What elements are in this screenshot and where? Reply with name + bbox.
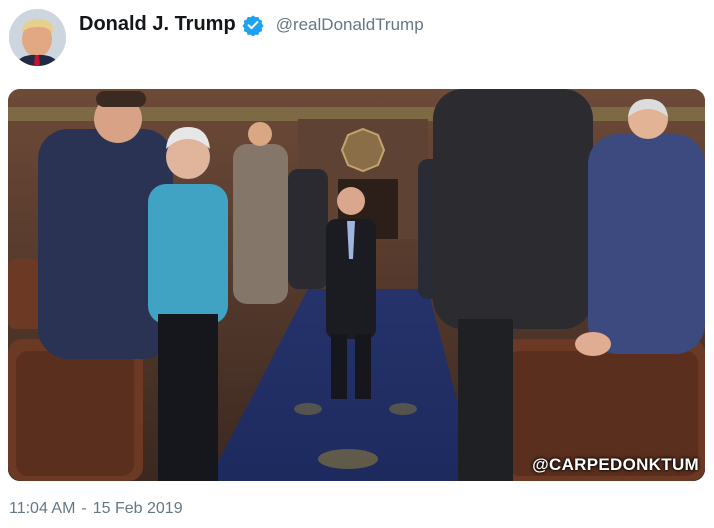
video-frame [8,89,705,481]
tweet-video[interactable]: @CARPEDONKTUM [8,89,705,481]
avatar-image [9,9,66,66]
video-watermark: @CARPEDONKTUM [532,455,699,474]
avatar[interactable] [9,9,66,66]
time: 11:04 AM [9,500,76,517]
date: 15 Feb 2019 [92,500,183,517]
verified-badge-icon [242,14,264,36]
tweet-timestamp[interactable]: 11:04 AM - 15 Feb 2019 [9,500,183,518]
tweet-header: Donald J. Trump @realDonaldTrump [79,13,424,36]
separator: - [81,500,87,517]
display-name[interactable]: Donald J. Trump [79,13,236,36]
handle[interactable]: @realDonaldTrump [276,15,424,35]
